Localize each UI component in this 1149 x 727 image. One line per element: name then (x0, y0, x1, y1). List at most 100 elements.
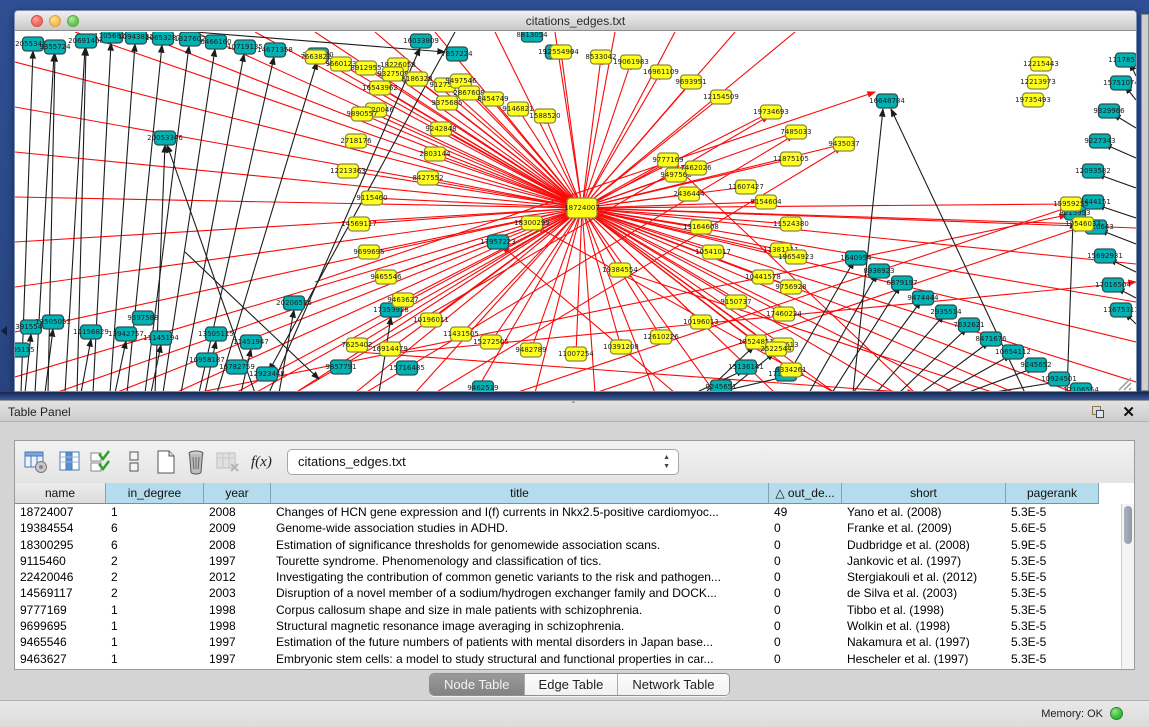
node-label: 10196013 (683, 318, 719, 326)
table-cell: Tibbo et al. (1998) (842, 602, 1006, 618)
node-label: 12215443 (1023, 60, 1059, 68)
column-header-name[interactable]: name (15, 483, 106, 504)
table-cell: 6 (106, 520, 204, 536)
tab-node-table[interactable]: Node Table (430, 674, 525, 696)
table-row[interactable]: 946554611997Estimation of the future num… (15, 634, 1121, 650)
table-cell: Stergiakouli et al. (2012) (842, 569, 1006, 585)
table-selector-dropdown[interactable]: citations_edges.txt ▲▼ (287, 449, 679, 475)
table-panel-header[interactable]: Table Panel ⌃ ✕ (0, 400, 1149, 422)
column-header-year[interactable]: year (204, 483, 271, 504)
splitter-handle-icon[interactable]: ⌃ (570, 400, 577, 409)
node-label: 1640954 (840, 254, 872, 262)
table-type-tabs: Node TableEdge TableNetwork Table (0, 673, 1149, 698)
node-label: 15272505 (473, 338, 509, 346)
table-cell: 1997 (204, 651, 271, 667)
table-cell: Embryonic stem cells: a model to study s… (271, 651, 769, 667)
table-cell: 2 (106, 585, 204, 601)
column-header-in_degree[interactable]: in_degree (106, 483, 204, 504)
close-panel-icon[interactable]: ✕ (1122, 403, 1135, 421)
table-row[interactable]: 1938455462009Genome-wide association stu… (15, 520, 1121, 536)
node-label: 9482789 (515, 346, 546, 354)
node-label: 6879197 (886, 279, 917, 287)
show-columns-icon[interactable] (57, 449, 83, 475)
table-cell: 0 (769, 585, 842, 601)
table-cell: 0 (769, 537, 842, 553)
table-cell: 2 (106, 569, 204, 585)
scrollbar-thumb[interactable] (1124, 506, 1132, 544)
float-panel-icon[interactable] (1092, 406, 1105, 419)
table-cell: Genome-wide association studies in ADHD. (271, 520, 769, 536)
node-label: 16961109 (643, 68, 679, 76)
table-cell: 9115460 (15, 553, 106, 569)
table-cell: 1 (106, 602, 204, 618)
table-cell: 1 (106, 504, 204, 520)
table-vertical-scrollbar[interactable] (1121, 504, 1134, 669)
column-header-pagerank[interactable]: pagerank (1006, 483, 1099, 504)
node-label: 11607427 (728, 183, 764, 191)
node-label: 16033809 (403, 37, 439, 45)
network-graph-canvas[interactable]: 2055343293557242069140611056829109438321… (15, 32, 1136, 392)
table-header-row[interactable]: namein_degreeyeartitle△ out_de...shortpa… (15, 483, 1121, 504)
node-label: 11431505 (443, 330, 479, 338)
table-row[interactable]: 1872400712008Changes of HCN gene express… (15, 504, 1121, 520)
node-label: 9693951 (675, 78, 706, 86)
select-all-columns-icon[interactable] (89, 449, 115, 475)
node-label: 7625402 (341, 341, 372, 349)
node-label: 7462026 (680, 164, 712, 172)
table-row[interactable]: 946362711997Embryonic stem cells: a mode… (15, 651, 1121, 667)
table-row[interactable]: 1830029562008Estimation of significance … (15, 537, 1121, 553)
table-cell: 0 (769, 634, 842, 650)
tab-edge-table[interactable]: Edge Table (525, 674, 619, 696)
delete-table-icon[interactable] (215, 449, 241, 475)
resize-grip-icon[interactable] (1119, 378, 1131, 390)
table-cell: 19384554 (15, 520, 106, 536)
table-rows[interactable]: 1872400712008Changes of HCN gene express… (15, 504, 1121, 667)
table-cell: 5.3E-5 (1006, 504, 1099, 520)
column-header-title[interactable]: title (271, 483, 769, 504)
table-cell: 0 (769, 618, 842, 634)
function-builder-icon[interactable]: f(x) (251, 449, 285, 475)
table-row[interactable]: 911546021997Tourette syndrome. Phenomeno… (15, 553, 1121, 569)
node-label: 7632621 (953, 321, 984, 329)
network-window-titlebar[interactable]: citations_edges.txt (15, 11, 1136, 31)
attribute-table[interactable]: namein_degreeyeartitle△ out_de...shortpa… (15, 483, 1134, 669)
table-row[interactable]: 969969511998Structural magnetic resonanc… (15, 618, 1121, 634)
table-cell: 9777169 (15, 602, 106, 618)
table-cell: 5.3E-5 (1006, 618, 1099, 634)
node-label: 11178515 (1108, 56, 1136, 64)
table-row[interactable]: 2242004622012Investigating the contribut… (15, 569, 1121, 585)
new-table-icon[interactable] (153, 449, 179, 475)
table-cell: 2009 (204, 520, 271, 536)
graph-nodes[interactable]: 2055343293557242069140611056829109438321… (15, 32, 1136, 392)
network-view-window[interactable]: citations_edges.txt 20553432935572420691… (14, 10, 1137, 392)
table-cell: 6 (106, 537, 204, 553)
node-label: 15751074 (1103, 79, 1136, 87)
node-label: 9462519 (467, 384, 498, 392)
node-label: 19384554 (602, 266, 638, 274)
table-type-segmented-control[interactable]: Node TableEdge TableNetwork Table (429, 673, 730, 696)
table-cell: 5.9E-5 (1006, 537, 1099, 553)
tab-network-table[interactable]: Network Table (618, 674, 728, 696)
collapsed-side-panel-strip[interactable] (1141, 14, 1149, 391)
table-panel: Table Panel ⌃ ✕ (0, 400, 1149, 700)
node-label: 2718176 (340, 137, 372, 145)
table-row[interactable]: 1456911722003Disruption of a novel membe… (15, 585, 1121, 601)
delete-columns-icon[interactable] (183, 449, 209, 475)
table-settings-icon[interactable] (23, 449, 49, 475)
node-label: 1588520 (529, 112, 560, 120)
table-cell: Changes of HCN gene expression and I(f) … (271, 504, 769, 520)
table-cell: Wolkin et al. (1998) (842, 618, 1006, 634)
table-row[interactable]: 977716911998Corpus callosum shape and si… (15, 602, 1121, 618)
splitter-collapse-arrow-icon[interactable] (1, 326, 7, 336)
status-bar: Memory: OK (0, 700, 1149, 727)
unselect-columns-icon[interactable] (121, 449, 147, 475)
table-cell: 1998 (204, 602, 271, 618)
column-header-out_de[interactable]: △ out_de... (769, 483, 842, 504)
node-label: 10541017 (695, 248, 731, 256)
node-label: 10546033 (1065, 220, 1101, 228)
memory-ok-indicator-icon (1110, 707, 1123, 720)
node-label: 18724007 (564, 204, 600, 212)
column-header-short[interactable]: short (842, 483, 1006, 504)
table-cell: Corpus callosum shape and size in male p… (271, 602, 769, 618)
memory-status-label: Memory: OK (1041, 708, 1103, 720)
